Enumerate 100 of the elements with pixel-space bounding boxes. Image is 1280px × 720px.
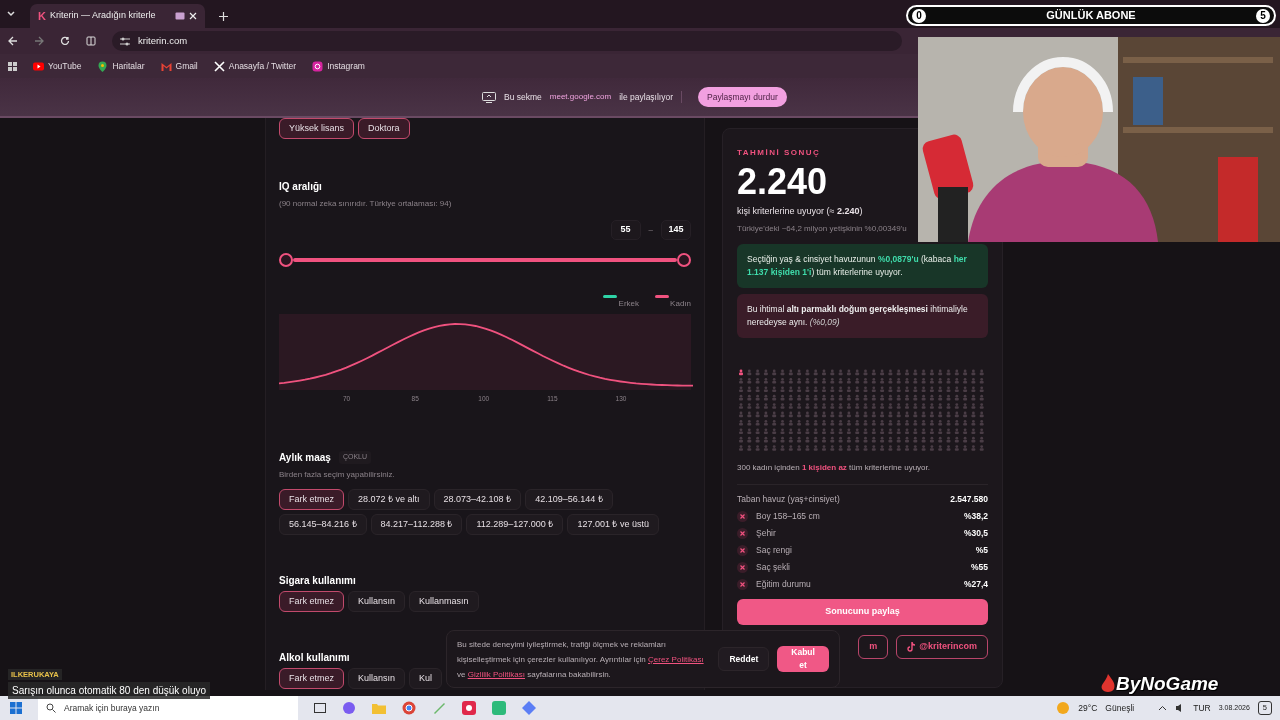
count-badge: 5 [1256,8,1270,23]
social-link-button[interactable]: @kriterincom [896,634,988,659]
bookmark[interactable]: YouTube [33,59,82,73]
base-label: Taban havuz (yaş+cinsiyet) [737,492,840,506]
legend-label: Kadın [670,298,691,310]
site-settings-icon[interactable] [120,36,130,46]
chevron-up-icon[interactable] [1158,705,1168,711]
range-dash: – [648,224,653,236]
factor-label: Eğitim durumu [756,577,812,591]
result-count: 2.240 [737,163,829,201]
overlay-title: GÜNLÜK ABONE [1045,8,1137,24]
section-title: Sigara kullanımı [279,574,356,588]
sun-icon [1056,701,1071,715]
share-status-text: Bu sekme [504,90,542,104]
option-chip[interactable]: 112.289–127.000 ₺ [466,514,564,535]
flame-icon [1100,674,1116,695]
section-title: IQ aralığı [279,180,323,194]
slider-handle[interactable] [279,253,293,267]
result-eyebrow: TAHMİNİ SONUÇ [737,147,822,159]
base-value: 2.547.580 [950,492,988,506]
tab-title: Kriterin — Aradığın kriterle [49,9,157,23]
cross-icon [737,578,748,590]
language-indicator[interactable]: TUR [1193,701,1211,715]
option-chip[interactable]: 56.145–84.216 ₺ [279,514,367,535]
cross-icon [737,561,748,573]
slider-handle[interactable] [677,253,691,267]
forward-icon[interactable] [34,36,44,46]
app-icon[interactable] [462,701,476,715]
policy-link[interactable]: Gizlilik Politikası [467,669,525,679]
reject-button[interactable]: Reddet [718,647,770,671]
chat-message: Sarışın olunca otomatik 80 den düşük oluyo [8,681,210,699]
option-chip[interactable]: Fark etmez [279,489,344,510]
option-chip[interactable]: Kul [409,668,443,689]
close-icon[interactable] [189,12,197,20]
tab-list-icon[interactable] [6,10,16,18]
app-icon[interactable] [522,701,536,715]
cross-icon [737,527,748,539]
comparison-note: Bu ihtimal altı parmaklı doğum gerçekleşmesi ihtimaliyle neredeyse aynı. (%0,09) [737,293,988,338]
reload-icon[interactable] [60,36,70,46]
bookmark[interactable]: Instagram [312,59,365,73]
address-bar[interactable]: kriterin.com [112,31,902,51]
factor-label: Boy 158–165 cm [756,509,821,523]
match-rate-note: Seçtiğin yaş & cinsiyet havuzunun %0,0879'u (kabaca her 1.137 kişiden 1'i) tüm kriterlerine uyuyor. [737,243,988,288]
screen-share-icon [482,91,496,103]
option-chip[interactable]: Kullanmasın [409,591,479,612]
app-icon[interactable] [342,701,356,715]
factor-value: %38,2 [963,509,988,523]
bookmark[interactable]: Anasayfa / Twitter [213,59,297,73]
option-chip[interactable]: 84.217–112.288 ₺ [370,514,463,535]
section-note: Birden fazla seçim yapabilirsiniz. [279,469,396,481]
min-value-field[interactable]: 55 [610,220,641,240]
weather-text: Güneşli [1105,701,1135,715]
legend-label: Erkek [618,298,639,310]
factor-value: %55 [971,560,988,574]
grid-caption: 300 kadın içinden 1 kişiden az tüm kriterlerine uyuyor. [737,461,931,474]
option-chip[interactable]: 42.109–56.144 ₺ [525,489,613,510]
camera-icon [312,60,324,72]
stop-sharing-button[interactable]: Paylaşmayı durdur [698,86,787,108]
bookmark[interactable]: Haritalar [97,59,145,73]
option-chip[interactable]: Doktora [358,118,410,139]
bookmark[interactable]: Gmail [160,59,198,73]
search-icon [46,703,56,713]
option-chip[interactable]: Kullansın [348,668,406,689]
option-chip[interactable]: 28.072 ₺ ve altı [348,489,430,510]
note-icon [907,641,916,652]
youtube-icon [33,60,44,72]
shared-host: meet.google.com [549,91,612,103]
section-note: (90 normal zeka sınırıdır. Türkiye ortalaması: 94) [279,198,453,210]
cross-icon [737,510,748,522]
section-title: Aylık maaş [279,451,331,465]
option-chip[interactable]: 28.073–42.108 ₺ [433,489,522,510]
temperature-text: 29°C [1078,701,1098,715]
factor-label: Saç şekli [756,560,791,574]
map-pin-icon [97,60,109,72]
browser-tab[interactable]: K Kriterin — Aradığın kriterle [30,4,205,28]
address-text: kriterin.com [138,33,188,48]
cookie-message: Bu sitede deneyimi iyileştirmek, trafiği ölçmek ve reklamları kişiselleştirmek için çerezler kullanılıyor. Ayrıntılar için Çerez Politikası ve Gizlilik Politikası sayfalarına bakabilirsin. [457,638,705,681]
factor-label: Şehir [756,526,777,540]
task-view-icon[interactable] [314,703,326,713]
social-link-button[interactable]: m [858,634,889,659]
option-chip[interactable]: Fark etmez [279,591,344,612]
factor-value: %27,4 [963,577,988,591]
option-chip[interactable]: 127.001 ₺ ve üstü [567,514,659,535]
count-badge: 0 [912,8,926,23]
max-value-field[interactable]: 145 [661,220,691,240]
new-tab-icon[interactable] [219,12,228,21]
factor-label: Saç rengi [756,543,793,557]
share-status-text: ile paylaşılıyor [619,90,683,104]
split-view-icon[interactable] [86,36,96,46]
media-icon [175,12,185,20]
cross-icon [737,544,748,556]
back-icon[interactable] [8,36,18,46]
option-chip[interactable]: Yüksek lisans [279,118,355,139]
option-chip[interactable]: Fark etmez [279,668,344,689]
apps-icon[interactable] [8,61,17,71]
option-chip[interactable]: Kullansın [348,591,406,612]
windows-icon[interactable] [10,702,22,714]
browser-icon[interactable] [402,701,416,715]
policy-link[interactable]: Çerez Politikası [648,654,704,664]
match-text: kişi kriterlerine uyuyor (≈ 2.240) [737,205,864,218]
